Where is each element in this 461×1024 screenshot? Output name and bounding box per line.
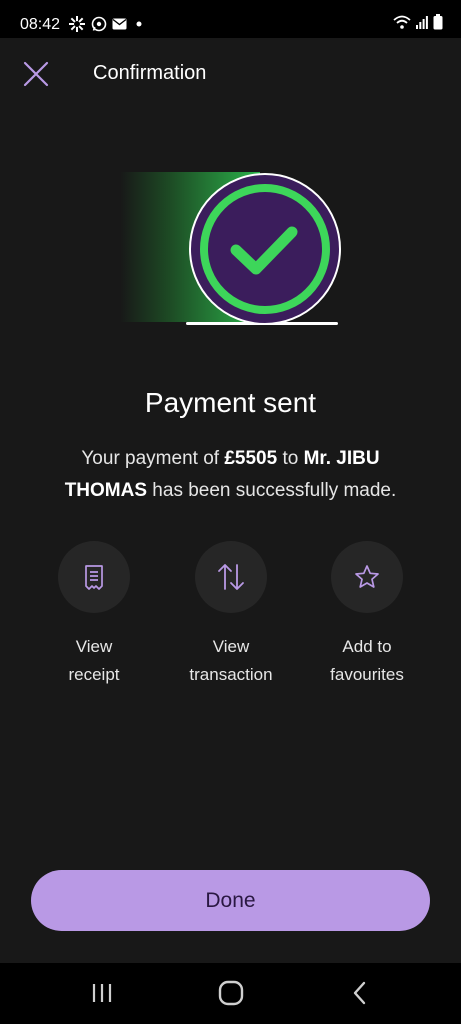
action-row: View receipt View transaction Add to fav… xyxy=(0,541,461,691)
add-to-favourites-button[interactable] xyxy=(331,541,403,613)
view-receipt-button[interactable] xyxy=(58,541,130,613)
add-to-favourites-label-line2: favourites xyxy=(330,665,404,684)
system-nav-bar xyxy=(0,963,461,1024)
payment-heading: Payment sent xyxy=(144,387,317,418)
mail-icon xyxy=(112,18,127,30)
view-receipt-label-line1: View xyxy=(75,637,113,656)
transfer-arrows-icon xyxy=(218,564,244,590)
status-icons-right xyxy=(393,14,443,30)
receipt-icon xyxy=(85,565,103,590)
status-bar: 08:42 xyxy=(0,0,461,38)
add-to-favourites-label-line1: Add to xyxy=(342,637,392,656)
view-receipt-label-line2: receipt xyxy=(68,665,120,684)
message-prefix: Your payment of xyxy=(81,448,225,469)
view-transaction-button[interactable] xyxy=(195,541,267,613)
view-transaction-label-line1: View xyxy=(212,637,250,656)
page-title: Confirmation xyxy=(93,62,207,84)
check-circle-icon xyxy=(189,173,341,325)
view-receipt-label: View receipt xyxy=(24,633,164,689)
view-transaction-action[interactable]: View transaction xyxy=(161,541,301,689)
add-to-favourites-action[interactable]: Add to favourites xyxy=(297,541,437,689)
close-button[interactable] xyxy=(22,60,50,88)
wifi-icon xyxy=(393,15,411,29)
message-middle: to xyxy=(277,448,304,469)
settings-notification-icon xyxy=(69,16,85,32)
view-transaction-label: View transaction xyxy=(161,633,301,689)
app-screen: Confirmation Payment sent Your payment o… xyxy=(0,38,461,963)
close-icon xyxy=(23,61,49,87)
header: Confirmation xyxy=(0,38,461,110)
recent-apps-icon[interactable] xyxy=(90,981,114,1005)
dot-icon xyxy=(136,21,142,27)
star-icon xyxy=(355,565,379,588)
whatsapp-icon xyxy=(91,16,107,32)
payment-amount: £5505 xyxy=(224,448,278,469)
status-time: 08:42 xyxy=(20,16,61,33)
add-to-favourites-label: Add to favourites xyxy=(297,633,437,689)
signal-icon xyxy=(416,16,428,29)
back-icon[interactable] xyxy=(350,981,370,1005)
message-suffix: has been successfully made. xyxy=(147,480,397,501)
done-button[interactable]: Done xyxy=(31,870,430,931)
view-transaction-label-line2: transaction xyxy=(189,665,273,684)
status-icons-left xyxy=(68,15,146,33)
home-icon[interactable] xyxy=(218,980,244,1006)
view-receipt-action[interactable]: View receipt xyxy=(24,541,164,689)
battery-icon xyxy=(433,14,443,30)
success-illustration xyxy=(120,172,344,332)
payment-message: Your payment of £5505 to Mr. JIBU THOMAS… xyxy=(40,443,421,507)
